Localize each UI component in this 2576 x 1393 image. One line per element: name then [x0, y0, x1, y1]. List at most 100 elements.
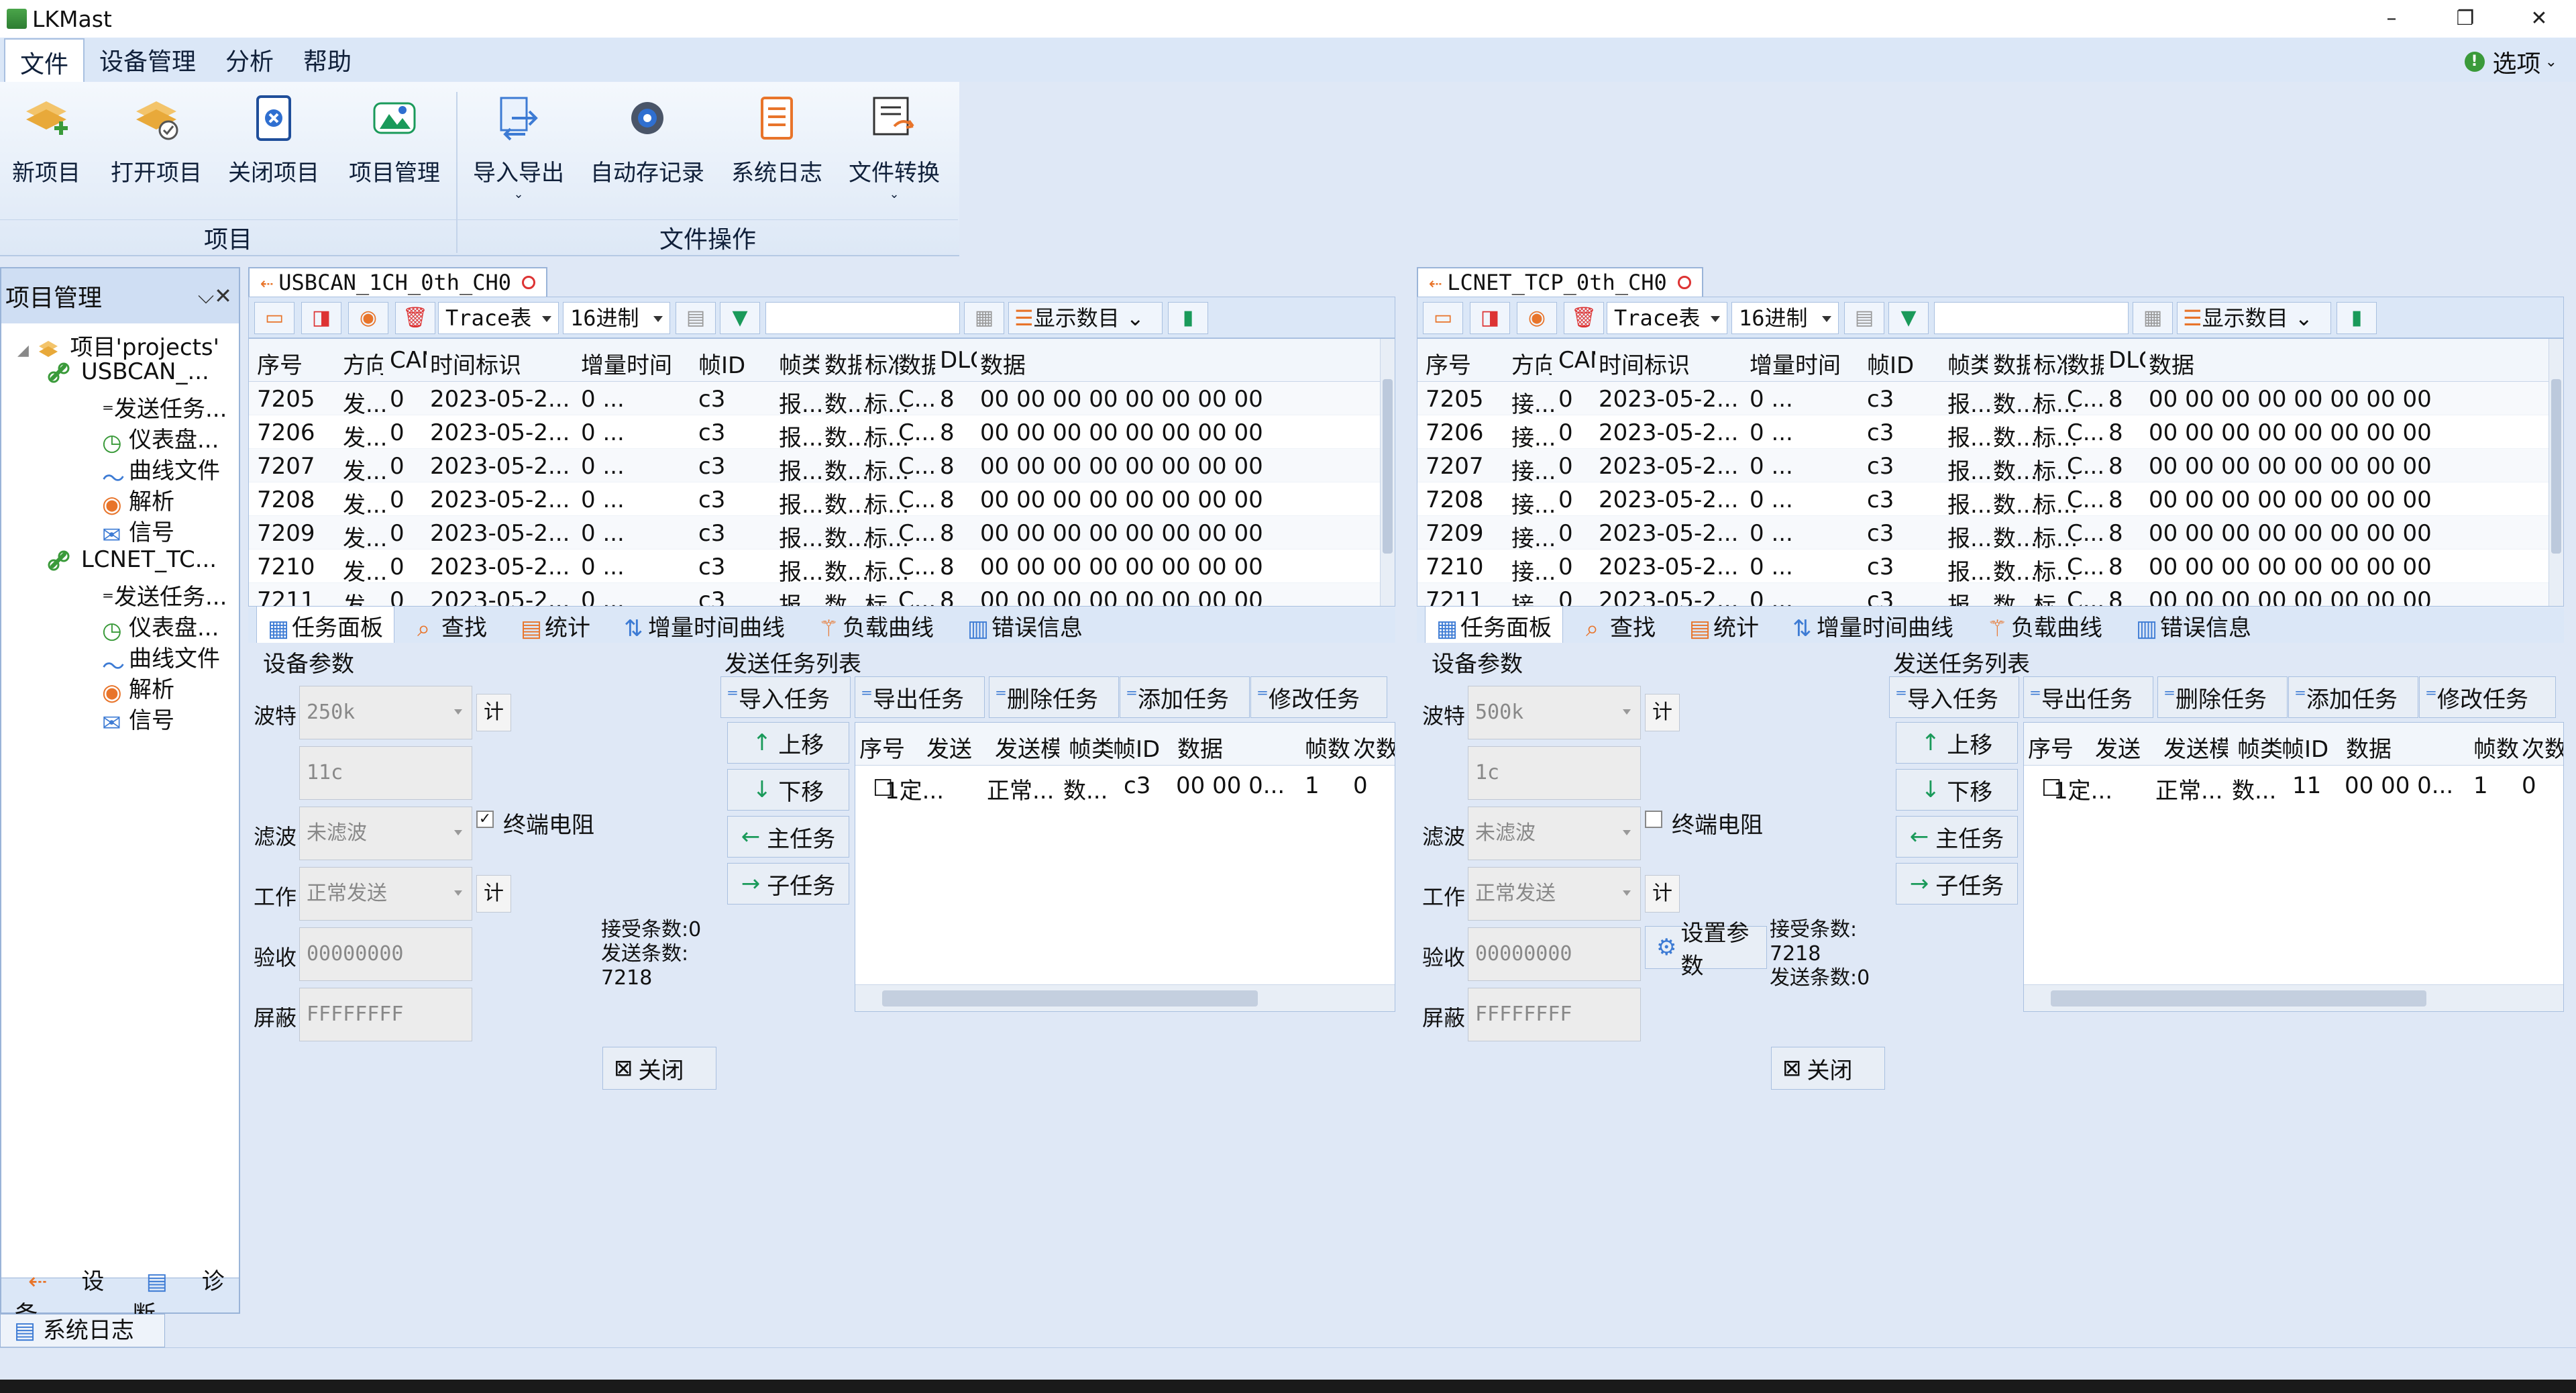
tab-search[interactable]: ⌕ 查找 — [407, 607, 498, 645]
table-row[interactable]: 7208 接... 0 2023-05-2... 0 ... c3 报... 数... 标...… — [1417, 482, 2551, 519]
table-row[interactable]: 7211 发... 0 2023-05-2... 0 ... c3 报... 数... 标...… — [249, 583, 1383, 606]
device-tab[interactable]: ⇠ LCNET_TCP_0th_CH0 — [1417, 267, 1703, 297]
tab-search[interactable]: ⌕ 查找 — [1575, 607, 1666, 645]
column-header[interactable]: DLC — [940, 347, 977, 374]
horizontal-scrollbar[interactable] — [855, 984, 1395, 1011]
close-device-button[interactable]: ⊠ 关闭 — [1771, 1047, 1885, 1090]
terminal-resistor-checkbox[interactable]: ✓ — [476, 811, 494, 828]
column-header[interactable]: 序号 — [859, 731, 924, 764]
id-field[interactable]: 11c — [299, 746, 472, 800]
column-header[interactable]: 数据 — [1177, 731, 1242, 764]
save-icon[interactable]: ▭ — [254, 302, 294, 334]
timer-icon[interactable]: ◉ — [348, 302, 388, 334]
tab-statistics[interactable]: ▤ 统计 — [510, 607, 601, 645]
column-header[interactable]: 帧ID — [698, 347, 772, 380]
tree-curve-file[interactable]: 〜曲线文件 — [102, 452, 220, 485]
table-row[interactable]: 7206 发... 0 2023-05-2... 0 ... c3 报... 数... 标...… — [249, 415, 1383, 452]
move-down-button[interactable]: ↓ 下移 — [727, 769, 849, 811]
file-convert-button[interactable]: 文件转换 ⌄ — [849, 87, 940, 201]
table-row[interactable]: 7207 接... 0 2023-05-2... 0 ... c3 报... 数... 标...… — [1417, 449, 2551, 485]
import-task-button[interactable]: ⁼ 导入任务 — [1889, 676, 2019, 718]
column-header[interactable]: 帧ID — [1867, 347, 1941, 380]
column-header[interactable]: 帧ID — [1113, 731, 1177, 764]
panel-controls[interactable]: ⌵✕ — [198, 283, 232, 309]
show-count-button[interactable]: ☰显示数目 ⌄ — [1008, 302, 1163, 334]
table-row[interactable]: 7210 接... 0 2023-05-2... 0 ... c3 报... 数... 标...… — [1417, 550, 2551, 586]
system-log-tab[interactable]: ▤ 系统日志 — [0, 1314, 165, 1347]
add-task-button[interactable]: ⁼ 添加任务 — [1120, 676, 1250, 718]
mask-code-field[interactable]: FFFFFFFF — [1468, 988, 1641, 1041]
column-header[interactable]: 序号 — [2028, 731, 2092, 764]
filter-select[interactable]: 未滤波 — [1468, 807, 1641, 860]
column-header[interactable]: 帧类型 — [779, 347, 819, 380]
move-up-button[interactable]: ↑ 上移 — [1896, 722, 2018, 764]
filter-select[interactable]: 未滤波 — [299, 807, 472, 860]
column-header[interactable]: 增量时间 — [1750, 347, 1864, 380]
accept-code-field[interactable]: 00000000 — [1468, 927, 1641, 981]
column-header[interactable]: 时间标识 — [1599, 347, 1743, 380]
tab-delta-time-curve[interactable]: ⇅ 增量时间曲线 — [613, 607, 796, 645]
column-header[interactable]: 序号 — [257, 347, 337, 380]
tree-root[interactable]: ◢ 项目'projects' — [17, 329, 219, 362]
tree-device-lcnet[interactable]: LCNET_TC... — [47, 546, 239, 573]
import-export-button[interactable]: 导入导出 ⌄ — [473, 87, 564, 201]
column-header[interactable]: CAN — [1558, 347, 1595, 374]
table-row[interactable]: 7205 发... 0 2023-05-2... 0 ... c3 报... 数... 标...… — [249, 382, 1383, 418]
list-icon[interactable]: ▤ — [1844, 302, 1884, 334]
column-header[interactable]: 增量时间 — [581, 347, 695, 380]
save-icon[interactable]: ▭ — [1423, 302, 1463, 334]
column-header[interactable]: 标准 — [865, 347, 898, 380]
column-header[interactable]: DLC — [2108, 347, 2145, 374]
settings-button[interactable]: ⚙ 设置参数 — [1645, 920, 1767, 980]
export-icon[interactable]: ▮ — [1168, 302, 1208, 334]
table-row[interactable]: 7210 发... 0 2023-05-2... 0 ... c3 报... 数... 标...… — [249, 550, 1383, 586]
tab-error-info[interactable]: ▥ 错误信息 — [2125, 607, 2262, 645]
tab-task-panel[interactable]: ▦ 任务面板 — [1425, 605, 1563, 646]
move-down-button[interactable]: ↓ 下移 — [1896, 769, 2018, 811]
column-header[interactable]: 帧ID — [2282, 731, 2346, 764]
calc-baud-button[interactable]: 计 — [1645, 694, 1680, 731]
filter-input[interactable] — [765, 302, 960, 334]
menu-analysis[interactable]: 分析 — [211, 37, 288, 83]
work-mode-select[interactable]: 正常发送 — [1468, 867, 1641, 921]
horizontal-scrollbar[interactable] — [2024, 984, 2563, 1011]
baud-select[interactable]: 250k — [299, 686, 472, 739]
column-header[interactable]: 时间标识 — [430, 347, 574, 380]
project-management-button[interactable]: 项目管理 — [349, 87, 440, 187]
column-header[interactable]: 方向 — [343, 347, 383, 380]
close-tab-icon[interactable] — [522, 276, 536, 289]
tree-device-usbcan[interactable]: USBCAN_... — [47, 358, 239, 385]
export-icon[interactable]: ▮ — [2337, 302, 2377, 334]
import-task-button[interactable]: ⁼ 导入任务 — [720, 676, 851, 718]
vertical-scrollbar[interactable] — [2548, 339, 2563, 606]
close-window-button[interactable]: ✕ — [2502, 0, 2576, 38]
vertical-scrollbar[interactable] — [1380, 339, 1395, 606]
close-tab-icon[interactable] — [1677, 276, 1691, 289]
tab-task-panel[interactable]: ▦ 任务面板 — [256, 605, 394, 646]
scrollbar-thumb[interactable] — [2051, 990, 2426, 1007]
trace-view-select[interactable]: Trace表 — [438, 302, 559, 334]
column-header[interactable]: 标准 — [2033, 347, 2067, 380]
tab-load-curve[interactable]: ⚚ 负载曲线 — [1976, 607, 2113, 645]
show-count-button[interactable]: ☰显示数目 ⌄ — [2177, 302, 2331, 334]
main-task-button[interactable]: ← 主任务 — [1896, 816, 2018, 858]
export-task-button[interactable]: ⁼ 导出任务 — [2023, 676, 2153, 718]
column-header[interactable]: 数据格式 — [824, 347, 861, 380]
sub-task-button[interactable]: → 子任务 — [1896, 863, 2018, 905]
delete-task-button[interactable]: ⁼ 删除任务 — [989, 676, 1119, 718]
column-header[interactable]: 方向 — [1511, 347, 1552, 380]
add-task-button[interactable]: ⁼ 添加任务 — [2288, 676, 2418, 718]
edit-task-button[interactable]: ⁼ 修改任务 — [1250, 676, 1387, 718]
close-device-button[interactable]: ⊠ 关闭 — [602, 1047, 716, 1090]
baud-select[interactable]: 500k — [1468, 686, 1641, 739]
close-project-button[interactable]: 关闭项目 — [228, 87, 319, 187]
filter-icon[interactable]: ▼ — [1888, 302, 1929, 334]
table-row[interactable]: 7205 接... 0 2023-05-2... 0 ... c3 报... 数... 标...… — [1417, 382, 2551, 418]
tab-load-curve[interactable]: ⚚ 负载曲线 — [808, 607, 945, 645]
table-row[interactable]: 7209 发... 0 2023-05-2... 0 ... c3 报... 数... 标...… — [249, 516, 1383, 552]
column-header[interactable]: 次数 — [2522, 731, 2563, 764]
column-header[interactable]: 数据格式 — [1993, 347, 2030, 380]
menu-device-management[interactable]: 设备管理 — [85, 37, 211, 83]
auto-save-button[interactable]: 自动存记录 — [590, 87, 704, 187]
options-menu[interactable]: ! 选项 ⌄ — [2464, 44, 2557, 79]
